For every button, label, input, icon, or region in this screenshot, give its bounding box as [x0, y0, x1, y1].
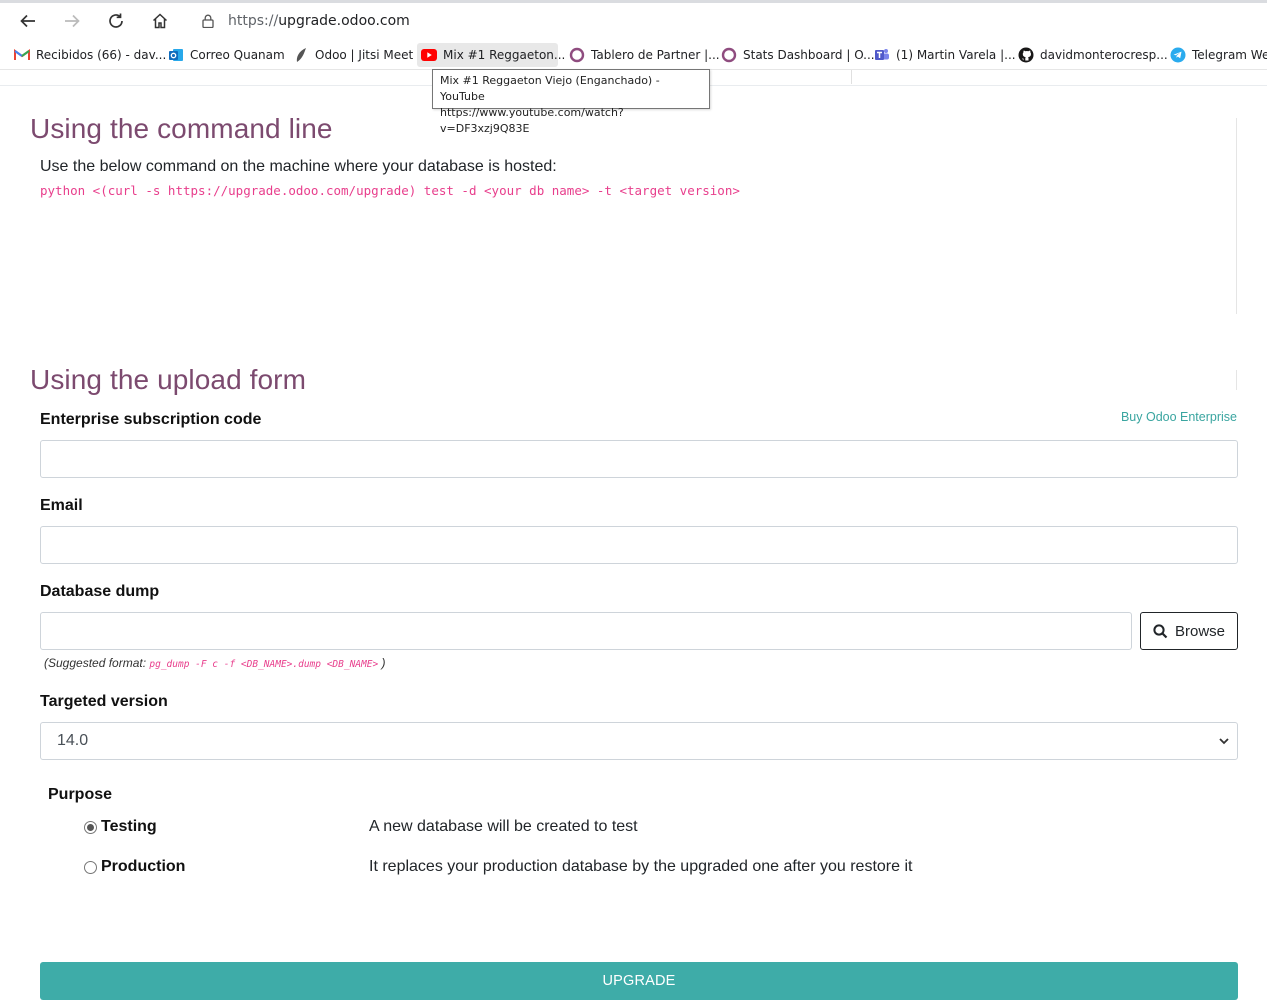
cmdline-command: python <(curl -s https://upgrade.odoo.co… [40, 183, 740, 198]
bookmark-tablero-partner[interactable]: Tablero de Partner |... [565, 43, 726, 67]
email-label: Email [40, 497, 83, 514]
purpose-production-option[interactable]: Production [84, 858, 185, 876]
production-label: Production [101, 858, 186, 875]
upgrade-button[interactable]: UPGRADE [40, 962, 1238, 1000]
arrow-left-icon [20, 14, 35, 28]
lock-icon [202, 14, 214, 28]
bookmark-martin-varela[interactable]: (1) Martin Varela |... [870, 43, 1022, 67]
forward-button[interactable] [57, 6, 87, 36]
gmail-icon [14, 47, 30, 63]
telegram-icon [1170, 47, 1186, 63]
home-button[interactable] [145, 6, 175, 36]
bookmark-youtube[interactable]: Mix #1 Reggaeton... [417, 43, 565, 67]
odoo-circle-icon [721, 47, 737, 63]
tooltip-url: https://www.youtube.com/watch?v=DF3xzj9Q… [440, 106, 624, 135]
suggested-format-hint: (Suggested format: pg_dump -F c -f <DB_N… [44, 656, 386, 670]
bookmark-github[interactable]: davidmonterocresp... [1014, 43, 1174, 67]
email-field[interactable] [40, 526, 1238, 564]
bookmark-jitsi[interactable]: Odoo | Jitsi Meet [289, 43, 419, 67]
upload-form-title: Using the upload form [30, 364, 307, 395]
database-dump-label: Database dump [40, 583, 160, 600]
enterprise-code-label: Enterprise subscription code [40, 411, 262, 428]
odoo-circle-icon [569, 47, 585, 63]
buy-enterprise-link[interactable]: Buy Odoo Enterprise [1121, 410, 1237, 424]
bookmark-gmail[interactable]: Recibidos (66) - dav... [10, 43, 172, 67]
cmdline-title: Using the command line [30, 113, 333, 144]
browser-toolbar: https://upgrade.odoo.com [0, 3, 1267, 39]
testing-radio[interactable] [84, 820, 97, 834]
targeted-version-label: Targeted version [40, 693, 168, 710]
testing-label: Testing [101, 818, 157, 835]
refresh-icon [109, 13, 123, 28]
browse-label: Browse [1174, 622, 1226, 640]
bookmark-correo-quanam[interactable]: Correo Quanam [164, 43, 291, 67]
address-url: https://upgrade.odoo.com [228, 13, 410, 29]
tooltip-title: Mix #1 Reggaeton Viejo (Enganchado) - Yo… [440, 74, 660, 103]
arrow-right-icon [65, 14, 80, 28]
bookmark-telegram[interactable]: Telegram Web [1166, 43, 1267, 67]
database-dump-input[interactable] [40, 612, 1132, 650]
enterprise-code-input[interactable] [40, 440, 1238, 478]
purpose-testing-option[interactable]: Testing [84, 818, 157, 836]
testing-description: A new database will be created to test [369, 818, 638, 835]
production-radio[interactable] [84, 860, 97, 874]
targeted-version-value: 14.0 [57, 732, 89, 749]
jitsi-icon [293, 47, 309, 63]
production-description: It replaces your production database by … [369, 858, 913, 875]
cmdline-intro: Use the below command on the machine whe… [40, 158, 557, 175]
teams-icon [874, 47, 890, 63]
header-divider [851, 70, 852, 84]
section-divider [1236, 118, 1237, 314]
bookmark-stats-dashboard[interactable]: Stats Dashboard | O... [717, 43, 881, 67]
address-bar[interactable]: https://upgrade.odoo.com [188, 7, 1267, 35]
search-icon [1153, 623, 1168, 639]
reload-button[interactable] [101, 6, 131, 36]
home-icon [152, 13, 168, 29]
chevron-down-icon [1217, 734, 1231, 748]
github-icon [1018, 47, 1034, 63]
suggested-format-code: pg_dump -F c -f <DB_NAME>.dump <DB_NAME> [149, 659, 379, 670]
purpose-label: Purpose [48, 786, 113, 803]
back-button[interactable] [13, 6, 43, 36]
bookmark-tooltip: Mix #1 Reggaeton Viejo (Enganchado) - Yo… [432, 69, 710, 135]
outlook-icon [168, 47, 184, 63]
bookmarks-bar: Recibidos (66) - dav... Correo Quanam Od… [0, 40, 1267, 70]
browse-button[interactable]: Browse [1140, 612, 1238, 650]
section-divider [1236, 370, 1237, 390]
targeted-version-select[interactable]: 14.0 [40, 722, 1238, 760]
youtube-icon [421, 47, 437, 63]
